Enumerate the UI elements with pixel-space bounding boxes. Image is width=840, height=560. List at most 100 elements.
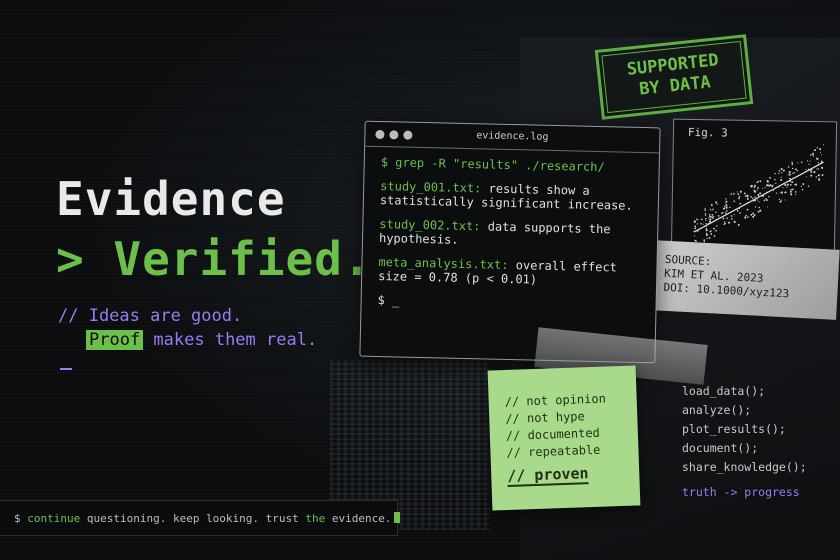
scatter-point	[758, 201, 760, 203]
scatter-point	[810, 154, 812, 156]
scatter-point	[784, 199, 786, 201]
scatter-point	[704, 214, 707, 217]
scatter-point	[793, 171, 795, 174]
sticky-note: // not opinion // not hype // documented…	[487, 365, 641, 511]
cursor-underscore	[60, 368, 72, 370]
scatter-point	[796, 169, 799, 172]
scatter-point	[711, 213, 714, 216]
scatter-point	[759, 180, 762, 183]
scatter-point	[800, 185, 802, 187]
prompt-the: the	[305, 512, 326, 525]
scatter-point	[730, 215, 733, 217]
scatter-point	[715, 211, 717, 214]
scatter-point	[791, 188, 794, 191]
scatter-point	[773, 190, 775, 192]
sticky-item: // repeatable	[506, 442, 601, 461]
scatter-point	[738, 197, 740, 200]
scatter-point	[715, 229, 717, 232]
scatter-point	[722, 217, 725, 220]
scatter-point	[792, 172, 794, 175]
scatter-point	[724, 212, 727, 214]
scatter-point	[778, 170, 781, 172]
scatter-point	[763, 199, 766, 202]
scatter-point	[706, 237, 708, 240]
scatter-point	[821, 174, 824, 177]
scatter-point	[757, 210, 760, 213]
scatter-point	[778, 172, 780, 174]
headline-verified: > Verified.	[56, 232, 372, 286]
scatter-point	[816, 168, 818, 170]
scatter-point	[705, 219, 707, 222]
scatter-point	[705, 234, 708, 237]
scatter-point	[733, 200, 736, 202]
scatter-point	[813, 170, 816, 174]
tagline-proof: Proof makes them real.	[86, 330, 317, 350]
scatter-point	[703, 239, 706, 241]
scatter-point	[812, 155, 814, 157]
code-line: load_data();	[682, 384, 766, 398]
scatter-point	[745, 214, 747, 217]
terminal-entry: study_001.txt: results show a statistica…	[380, 179, 643, 213]
scatter-point	[708, 220, 711, 223]
scatter-point	[744, 195, 747, 197]
scatter-point	[705, 229, 708, 232]
scatter-point	[819, 148, 822, 151]
scatter-point	[736, 191, 738, 193]
scatter-point	[754, 196, 756, 198]
scatter-point	[715, 201, 718, 204]
scatter-point	[774, 172, 776, 175]
code-line: analyze();	[682, 403, 752, 417]
scatter-point	[729, 206, 731, 209]
scatter-point	[788, 171, 791, 174]
scatter-point	[709, 218, 712, 221]
prompt-cursor-block	[393, 512, 400, 523]
stamp-line1: SUPPORTED	[625, 50, 720, 80]
scatter-point	[708, 214, 711, 216]
scatter-point	[752, 215, 755, 218]
scatter-point	[789, 190, 792, 193]
scatter-point	[823, 144, 825, 146]
scatter-point	[819, 151, 822, 153]
scatter-point	[791, 181, 794, 184]
scatter-point	[786, 183, 789, 186]
scatter-point	[787, 166, 790, 168]
scatter-point	[761, 187, 764, 189]
scatter-point	[791, 161, 793, 163]
scatter-point	[775, 182, 777, 184]
scatter-point	[817, 174, 820, 177]
proven-prefix: //	[506, 466, 535, 485]
scatter-point	[790, 188, 792, 191]
scatter-point	[746, 197, 749, 200]
scatter-point	[817, 168, 820, 170]
scatter-point	[723, 205, 726, 208]
scatter-point	[694, 227, 697, 230]
scatter-point	[708, 217, 710, 219]
scatter-point	[781, 172, 783, 174]
scatter-point	[704, 213, 707, 215]
code-line: share_knowledge();	[682, 460, 807, 474]
scatter-point	[809, 160, 811, 162]
scatter-point	[738, 195, 741, 198]
scatter-point	[806, 160, 808, 162]
terminal-entry: meta_analysis.txt: overall effect size =…	[378, 255, 641, 289]
terminal-body: $ grep -R "results" ./research/ study_00…	[361, 147, 659, 332]
proven-word: proven	[534, 464, 589, 485]
truth-progress-line: truth -> progress	[682, 485, 800, 499]
scatter-point	[758, 206, 761, 209]
scatter-point	[744, 216, 747, 219]
scatter-point	[737, 193, 740, 195]
tagline-ideas: // Ideas are good.	[58, 306, 243, 326]
scatter-point	[709, 230, 712, 233]
scatter-point	[705, 227, 708, 230]
scatter-point	[780, 176, 782, 178]
proof-highlight: Proof	[86, 330, 144, 350]
terminal-entry: study_002.txt: data supports the hypothe…	[379, 217, 642, 251]
scatter-point	[784, 183, 787, 186]
code-line: plot_results();	[682, 422, 786, 436]
scatter-point	[805, 176, 807, 178]
scatter-point	[709, 208, 712, 211]
scatter-point	[716, 203, 718, 205]
scatter-point	[747, 216, 749, 218]
scatter-point	[733, 220, 736, 223]
scatter-plot	[693, 144, 825, 250]
